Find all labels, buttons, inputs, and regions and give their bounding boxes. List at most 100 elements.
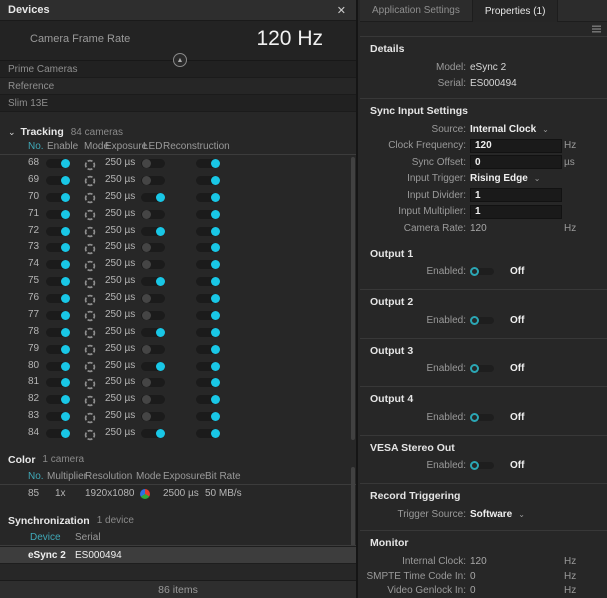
led-toggle[interactable] xyxy=(141,378,165,387)
tracking-row[interactable]: 73250 µs xyxy=(0,239,356,256)
reconstruction-toggle[interactable] xyxy=(196,345,220,354)
enable-toggle[interactable] xyxy=(46,345,70,354)
enable-toggle[interactable] xyxy=(46,328,70,337)
tracking-mode-icon[interactable] xyxy=(84,293,96,305)
enabled-toggle[interactable] xyxy=(470,316,494,325)
reconstruction-toggle[interactable] xyxy=(196,294,220,303)
tracking-mode-icon[interactable] xyxy=(84,225,96,237)
reconstruction-toggle[interactable] xyxy=(196,159,220,168)
enable-toggle[interactable] xyxy=(46,412,70,421)
led-toggle[interactable] xyxy=(141,345,165,354)
input-trigger-dropdown[interactable]: Rising Edge xyxy=(470,173,528,184)
tracking-mode-icon[interactable] xyxy=(84,158,96,170)
led-toggle[interactable] xyxy=(141,159,165,168)
enable-toggle[interactable] xyxy=(46,227,70,236)
col-bit-rate[interactable]: Bit Rate xyxy=(205,471,241,482)
reconstruction-toggle[interactable] xyxy=(196,243,220,252)
enable-toggle[interactable] xyxy=(46,311,70,320)
enable-toggle[interactable] xyxy=(46,260,70,269)
tracking-mode-icon[interactable] xyxy=(84,259,96,271)
clock-frequency-input[interactable] xyxy=(470,139,562,153)
close-icon[interactable]: ✕ xyxy=(335,4,348,17)
menu-icon[interactable] xyxy=(592,25,601,33)
tab-properties[interactable]: Properties (1) xyxy=(472,0,559,22)
led-toggle[interactable] xyxy=(141,176,165,185)
tracking-mode-icon[interactable] xyxy=(84,191,96,203)
enable-toggle[interactable] xyxy=(46,176,70,185)
tracking-row[interactable]: 82250 µs xyxy=(0,391,356,408)
input-multiplier-input[interactable] xyxy=(470,205,562,219)
col-exposure[interactable]: Exposure xyxy=(105,141,147,152)
tracking-row[interactable]: 74250 µs xyxy=(0,256,356,273)
reconstruction-toggle[interactable] xyxy=(196,412,220,421)
col-no[interactable]: No. xyxy=(28,471,44,482)
col-no[interactable]: No. xyxy=(28,141,44,152)
enabled-toggle[interactable] xyxy=(470,461,494,470)
esync-device-row[interactable]: eSync 2 ES000494 xyxy=(0,546,356,564)
tracking-row[interactable]: 72250 µs xyxy=(0,223,356,240)
reconstruction-toggle[interactable] xyxy=(196,227,220,236)
col-multiplier[interactable]: Multiplier xyxy=(47,471,87,482)
synchronization-section-header[interactable]: Synchronization 1 device xyxy=(0,510,356,531)
source-dropdown[interactable]: Internal Clock xyxy=(470,124,536,135)
led-toggle[interactable] xyxy=(141,243,165,252)
enable-toggle[interactable] xyxy=(46,193,70,202)
tracking-section-header[interactable]: ⌄ Tracking 84 cameras xyxy=(0,124,356,140)
reconstruction-toggle[interactable] xyxy=(196,395,220,404)
led-toggle[interactable] xyxy=(141,260,165,269)
tracking-mode-icon[interactable] xyxy=(84,208,96,220)
col-serial[interactable]: Serial xyxy=(75,532,101,543)
tab-application-settings[interactable]: Application Settings xyxy=(360,0,472,21)
led-toggle[interactable] xyxy=(141,429,165,438)
enable-toggle[interactable] xyxy=(46,429,70,438)
rgb-color-wheel-icon[interactable] xyxy=(140,489,150,499)
led-toggle[interactable] xyxy=(141,395,165,404)
tracking-mode-icon[interactable] xyxy=(84,377,96,389)
led-toggle[interactable] xyxy=(141,311,165,320)
col-mode[interactable]: Mode xyxy=(136,471,161,482)
tracking-mode-icon[interactable] xyxy=(84,360,96,372)
tracking-row[interactable]: 69250 µs xyxy=(0,172,356,189)
tracking-row[interactable]: 81250 µs xyxy=(0,374,356,391)
reconstruction-toggle[interactable] xyxy=(196,378,220,387)
reconstruction-toggle[interactable] xyxy=(196,210,220,219)
col-enable[interactable]: Enable xyxy=(47,141,78,152)
enable-toggle[interactable] xyxy=(46,277,70,286)
tracking-row[interactable]: 79250 µs xyxy=(0,341,356,358)
input-divider-input[interactable] xyxy=(470,188,562,202)
reconstruction-toggle[interactable] xyxy=(196,328,220,337)
tracking-mode-icon[interactable] xyxy=(84,428,96,440)
color-camera-row[interactable]: 85 1x 1920x1080 2500 µs 50 MB/s xyxy=(0,485,356,503)
tracking-row[interactable]: 75250 µs xyxy=(0,273,356,290)
tracking-mode-icon[interactable] xyxy=(84,174,96,186)
trigger-source-dropdown[interactable]: Software xyxy=(470,509,512,520)
collapse-button[interactable]: ▲ xyxy=(173,53,187,67)
tracking-row[interactable]: 70250 µs xyxy=(0,189,356,206)
led-toggle[interactable] xyxy=(141,227,165,236)
tracking-mode-icon[interactable] xyxy=(84,309,96,321)
col-reconstruction[interactable]: Reconstruction xyxy=(163,141,230,152)
reconstruction-toggle[interactable] xyxy=(196,176,220,185)
group-slim-13e[interactable]: Slim 13E xyxy=(0,95,356,112)
led-toggle[interactable] xyxy=(141,193,165,202)
enable-toggle[interactable] xyxy=(46,294,70,303)
col-exposure[interactable]: Exposure xyxy=(163,471,205,482)
tracking-row[interactable]: 83250 µs xyxy=(0,408,356,425)
enable-toggle[interactable] xyxy=(46,243,70,252)
enabled-toggle[interactable] xyxy=(470,413,494,422)
col-led[interactable]: LED xyxy=(143,141,162,152)
sync-offset-input[interactable] xyxy=(470,155,562,169)
tracking-mode-icon[interactable] xyxy=(84,326,96,338)
col-resolution[interactable]: Resolution xyxy=(85,471,132,482)
tracking-mode-icon[interactable] xyxy=(84,394,96,406)
enable-toggle[interactable] xyxy=(46,362,70,371)
enable-toggle[interactable] xyxy=(46,395,70,404)
led-toggle[interactable] xyxy=(141,412,165,421)
led-toggle[interactable] xyxy=(141,294,165,303)
enable-toggle[interactable] xyxy=(46,378,70,387)
color-section-header[interactable]: Color 1 camera xyxy=(0,449,356,470)
tracking-mode-icon[interactable] xyxy=(84,343,96,355)
col-device[interactable]: Device xyxy=(30,532,61,543)
reconstruction-toggle[interactable] xyxy=(196,193,220,202)
tracking-row[interactable]: 68250 µs xyxy=(0,155,356,172)
